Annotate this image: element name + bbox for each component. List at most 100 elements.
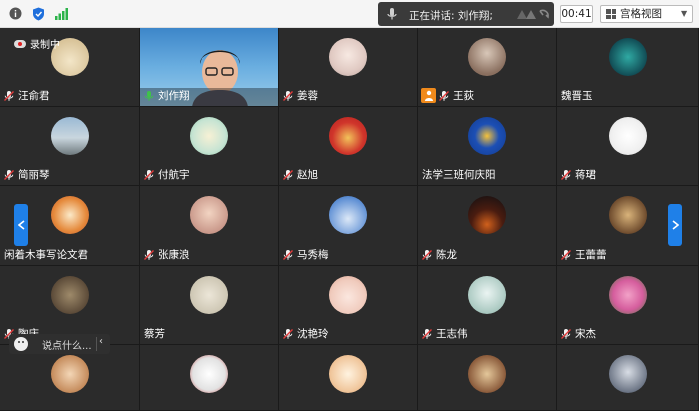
info-icon[interactable]	[8, 6, 23, 21]
participant-name-label: 魏晋玉	[561, 90, 593, 102]
participant-name-label: 赵旭	[297, 169, 318, 181]
participant-name: 王荻	[421, 88, 474, 103]
view-mode-dropdown[interactable]: 宫格视图 ▼	[600, 5, 693, 23]
avatar	[608, 276, 647, 314]
next-page-button[interactable]	[668, 204, 682, 246]
chat-placeholder: 说点什么...	[42, 341, 92, 352]
participant-tile[interactable]: 陈龙	[418, 186, 557, 266]
chevron-left-icon[interactable]: ‹	[99, 336, 103, 347]
participant-tile[interactable]	[140, 345, 279, 411]
participant-tile[interactable]	[557, 345, 699, 411]
window-controls-icon[interactable]	[516, 7, 552, 24]
participant-name-label: 沈艳玲	[297, 328, 329, 340]
grid-view-icon	[606, 9, 616, 19]
participant-name-label: 刘作翔	[158, 90, 190, 102]
participant-tile[interactable]: 赵旭	[279, 107, 418, 186]
participant-name: 姜蓉	[282, 88, 318, 103]
participant-name-label: 闲着木事写论文君	[4, 249, 88, 261]
mic-muted-icon	[421, 328, 433, 340]
participant-name: 蒋珺	[560, 167, 596, 182]
participant-tile[interactable]: 刘作翔	[140, 28, 279, 107]
avatar	[608, 117, 647, 155]
avatar	[50, 355, 89, 393]
avatar	[468, 117, 506, 155]
participant-name: 沈艳玲	[282, 326, 329, 341]
participant-name: 付航宇	[143, 167, 190, 182]
participant-tile[interactable]: 付航宇	[140, 107, 279, 186]
avatar	[50, 117, 89, 155]
participant-name-label: 蔡芳	[144, 328, 165, 340]
participant-tile[interactable]: 蔡芳	[140, 266, 279, 345]
chat-input-bar[interactable]: 说点什么... ‹	[9, 334, 110, 354]
participant-name: 陈龙	[421, 247, 457, 262]
participant-name: 蔡芳	[143, 326, 165, 341]
participant-tile[interactable]: 简丽琴	[0, 107, 140, 186]
divider	[96, 337, 97, 351]
avatar	[190, 196, 228, 234]
mic-muted-icon	[143, 249, 155, 261]
participant-name-label: 王蕾蕾	[575, 249, 607, 261]
participant-name: 魏晋玉	[560, 88, 593, 103]
participant-name-label: 马秀梅	[297, 249, 329, 261]
participant-name-label: 张康浪	[158, 249, 190, 261]
participant-tile[interactable]: 王志伟	[418, 266, 557, 345]
avatar	[50, 276, 89, 314]
avatar	[608, 355, 647, 393]
avatar	[190, 276, 228, 314]
avatar	[190, 355, 228, 393]
participant-tile[interactable]	[279, 345, 418, 411]
participant-name-label: 蒋珺	[575, 169, 596, 181]
participant-name: 法学三班何庆阳	[421, 167, 496, 182]
chevron-down-icon: ▼	[681, 9, 688, 18]
participant-name: 简丽琴	[3, 167, 50, 182]
top-toolbar: 正在讲话: 刘作翔; 00:41 宫格视图 ▼	[0, 0, 699, 28]
participant-name-label: 陈龙	[436, 249, 457, 261]
emoji-icon[interactable]	[14, 337, 28, 351]
participant-name: 宋杰	[560, 326, 596, 341]
participant-tile[interactable]: 王荻	[418, 28, 557, 107]
avatar	[608, 38, 647, 76]
participant-name: 闲着木事写论文君	[3, 247, 88, 262]
mic-muted-icon	[560, 249, 572, 261]
view-mode-label: 宫格视图	[620, 8, 662, 20]
avatar	[329, 196, 367, 234]
participant-tile[interactable]: 法学三班何庆阳	[418, 107, 557, 186]
raise-hand-icon	[421, 88, 436, 103]
avatar	[329, 355, 367, 393]
mic-muted-icon	[282, 249, 294, 261]
avatar	[50, 196, 89, 234]
mic-muted-icon	[143, 169, 155, 181]
participant-name: 王蕾蕾	[560, 247, 607, 262]
participant-name: 汪俞君	[3, 88, 50, 103]
avatar	[329, 276, 367, 314]
mic-muted-icon	[282, 90, 294, 102]
mic-muted-icon	[560, 169, 572, 181]
mic-muted-icon	[421, 249, 433, 261]
participant-tile[interactable]: 张康浪	[140, 186, 279, 266]
participant-tile[interactable]: 马秀梅	[279, 186, 418, 266]
participant-tile[interactable]	[0, 345, 140, 411]
participant-name: 马秀梅	[282, 247, 329, 262]
participant-tile[interactable]: 蒋珺	[557, 107, 699, 186]
participant-tile[interactable]: 姜蓉	[279, 28, 418, 107]
previous-page-button[interactable]	[14, 204, 28, 246]
mic-muted-icon	[3, 90, 15, 102]
avatar	[190, 117, 228, 155]
participant-tile[interactable]: 魏晋玉	[557, 28, 699, 107]
participant-name: 王志伟	[421, 326, 468, 341]
network-signal-icon[interactable]	[54, 6, 69, 21]
mic-muted-icon	[438, 90, 450, 102]
participant-name-label: 宋杰	[575, 328, 596, 340]
participant-tile[interactable]: 沈艳玲	[279, 266, 418, 345]
avatar	[608, 196, 647, 234]
avatar	[468, 355, 506, 393]
participant-tile[interactable]	[418, 345, 557, 411]
avatar	[329, 38, 367, 76]
participant-tile[interactable]: 宋杰	[557, 266, 699, 345]
mic-muted-icon	[282, 169, 294, 181]
mic-muted-icon	[560, 328, 572, 340]
mic-muted-icon	[3, 169, 15, 181]
participant-name-label: 简丽琴	[18, 169, 50, 181]
shield-icon[interactable]	[31, 6, 46, 21]
meeting-timer: 00:41	[560, 5, 593, 23]
